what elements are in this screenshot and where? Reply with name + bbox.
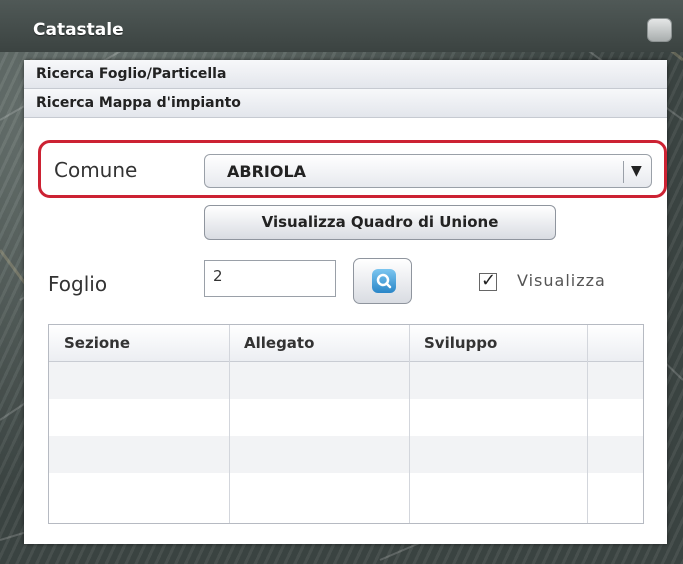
column-divider	[409, 325, 410, 523]
visualizza-checkbox[interactable]: ✓	[479, 270, 497, 291]
checkmark-icon: ✓	[481, 270, 497, 291]
select-divider	[623, 161, 624, 183]
table-row[interactable]	[49, 473, 643, 510]
accordion-ricerca-mappa-impianto[interactable]: Ricerca Mappa d'impianto	[24, 89, 667, 118]
visualizza-quadro-di-unione-button[interactable]: Visualizza Quadro di Unione	[204, 205, 556, 240]
table-row[interactable]	[49, 362, 643, 399]
grid-header: Sezione Allegato Sviluppo	[49, 325, 643, 362]
search-button[interactable]	[353, 258, 412, 304]
window-title: Catastale	[33, 20, 124, 40]
catastale-panel: Ricerca Foglio/Particella Ricerca Mappa …	[24, 60, 667, 544]
table-row[interactable]	[49, 436, 643, 473]
window-titlebar: Catastale	[0, 0, 683, 52]
visualizza-label: Visualizza	[517, 271, 606, 290]
column-header-sviluppo[interactable]: Sviluppo	[424, 334, 497, 352]
chevron-down-icon[interactable]: ▼	[631, 163, 642, 179]
comune-selected-value: ABRIOLA	[227, 162, 307, 181]
accordion-ricerca-foglio-particella[interactable]: Ricerca Foglio/Particella	[24, 60, 667, 89]
comune-select[interactable]: ABRIOLA ▼	[204, 154, 652, 188]
accordion-label: Ricerca Mappa d'impianto	[36, 95, 241, 111]
comune-label: Comune	[54, 158, 138, 182]
column-header-sezione[interactable]: Sezione	[64, 334, 130, 352]
window-control-button[interactable]	[647, 18, 672, 42]
column-header-allegato[interactable]: Allegato	[244, 334, 314, 352]
foglio-input[interactable]: 2	[204, 260, 336, 297]
accordion-label: Ricerca Foglio/Particella	[36, 66, 227, 82]
table-row[interactable]	[49, 399, 643, 436]
foglio-label: Foglio	[48, 272, 108, 296]
results-grid: Sezione Allegato Sviluppo	[48, 324, 644, 524]
search-icon	[372, 269, 396, 293]
column-divider	[587, 325, 588, 523]
column-divider	[229, 325, 230, 523]
